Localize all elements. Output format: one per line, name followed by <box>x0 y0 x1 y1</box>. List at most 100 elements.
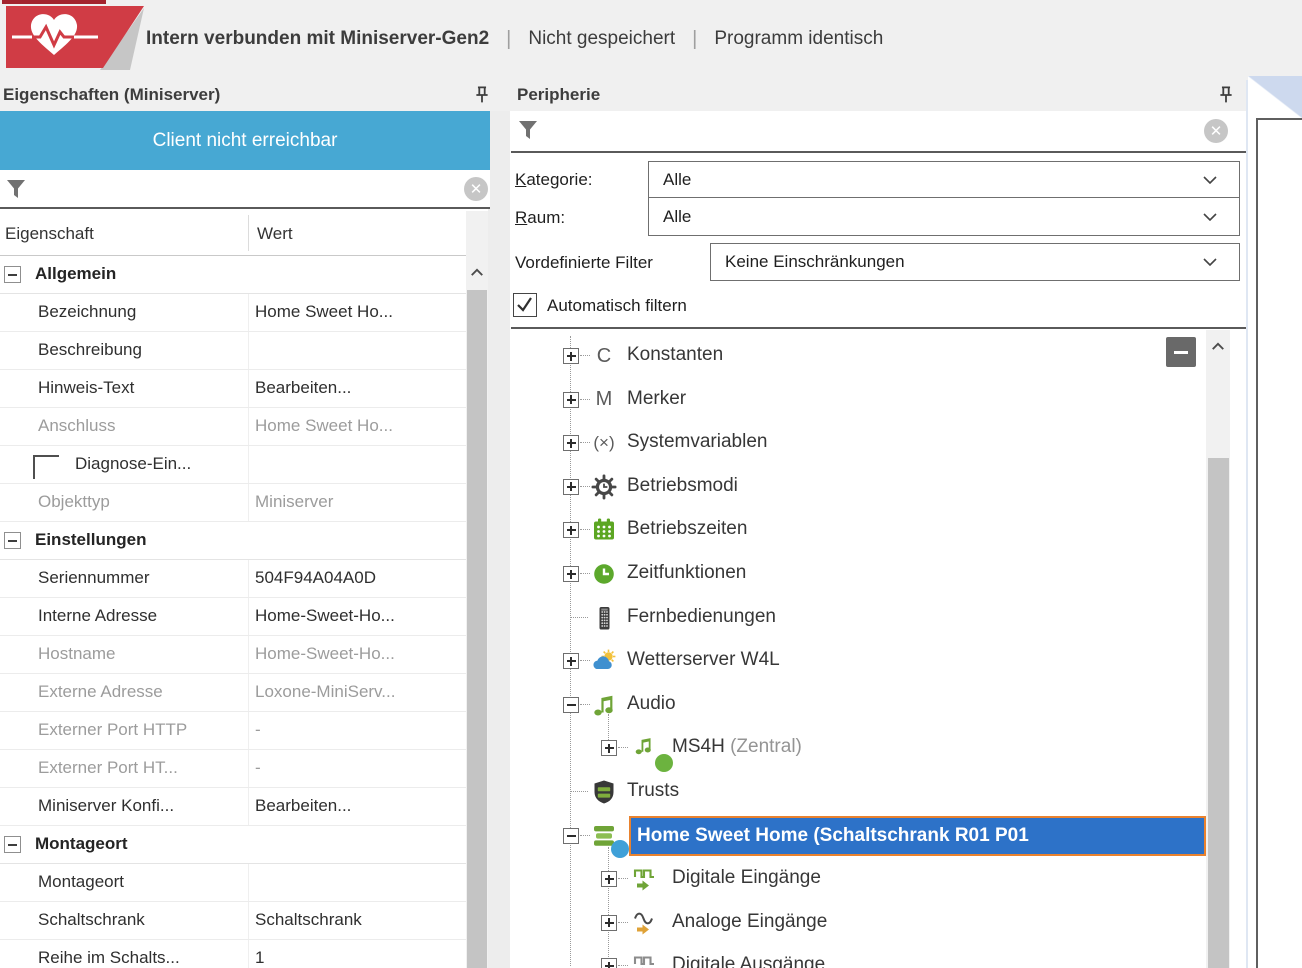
column-divider <box>248 598 249 635</box>
property-row[interactable]: Interne Adresse Home-Sweet-Ho... <box>0 598 466 636</box>
tree-item-systemvariablen[interactable]: (×) Systemvariablen <box>511 421 1206 465</box>
property-group-row[interactable]: Einstellungen <box>0 522 466 560</box>
property-row[interactable]: Miniserver Konfi... Bearbeiten... <box>0 788 466 826</box>
collapse-box-icon[interactable] <box>4 836 21 853</box>
property-row[interactable]: Externer Port HT... - <box>0 750 466 788</box>
scrollbar-thumb[interactable] <box>467 290 487 968</box>
tree-item-analoge-eing-nge[interactable]: Analoge Eingänge <box>511 901 1206 945</box>
tree-item-digitale-eing-nge[interactable]: Digitale Eingänge <box>511 857 1206 901</box>
property-row[interactable]: Hostname Home-Sweet-Ho... <box>0 636 466 674</box>
property-value[interactable]: Loxone-MiniServ... <box>255 682 462 702</box>
property-value[interactable]: - <box>255 720 462 740</box>
property-value[interactable]: 1 <box>255 948 462 968</box>
tree-item-label: Analoge Eingänge <box>672 910 828 932</box>
expand-plus-icon[interactable] <box>601 740 617 757</box>
property-value[interactable]: Home Sweet Ho... <box>255 416 462 436</box>
expand-plus-icon[interactable] <box>563 566 579 582</box>
tree-item-betriebsmodi[interactable]: Betriebsmodi <box>511 465 1206 509</box>
pin-icon[interactable] <box>1218 86 1234 104</box>
predefined-filter-value: Keine Einschränkungen <box>725 252 905 271</box>
collapse-all-button[interactable] <box>1166 337 1196 367</box>
properties-scrollbar[interactable] <box>466 211 488 968</box>
property-row[interactable]: Externer Port HTTP - <box>0 712 466 750</box>
property-value[interactable]: Schaltschrank <box>255 910 462 930</box>
tree-item-merker[interactable]: M Merker <box>511 378 1206 422</box>
property-group-row[interactable]: Allgemein <box>0 256 466 294</box>
expand-plus-icon[interactable] <box>601 871 617 888</box>
clear-filter-button[interactable]: ✕ <box>464 177 488 201</box>
property-group-row[interactable]: Montageort <box>0 826 466 864</box>
tree-item-zeitfunktionen[interactable]: Zeitfunktionen <box>511 552 1206 596</box>
expand-plus-icon[interactable] <box>601 958 617 968</box>
properties-filter-bar: ✕ <box>0 170 490 209</box>
tree-item-betriebszeiten[interactable]: Betriebszeiten <box>511 508 1206 552</box>
tree-item-fernbedienungen[interactable]: Fernbedienungen <box>511 596 1206 640</box>
property-value[interactable]: Home-Sweet-Ho... <box>255 644 462 664</box>
tree-scrollbar[interactable] <box>1206 330 1230 968</box>
property-value[interactable]: Bearbeiten... <box>255 796 462 816</box>
property-value[interactable]: Home-Sweet-Ho... <box>255 606 462 626</box>
property-name: Interne Adresse <box>38 606 158 625</box>
property-row[interactable]: Schaltschrank Schaltschrank <box>0 902 466 940</box>
property-row[interactable]: Bezeichnung Home Sweet Ho... <box>0 294 466 332</box>
panel-splitter[interactable] <box>1246 80 1248 968</box>
expand-plus-icon[interactable] <box>563 653 579 670</box>
group-label: Allgemein <box>35 264 117 283</box>
column-divider[interactable] <box>248 215 249 251</box>
property-name: Objekttyp <box>38 492 110 511</box>
tree-item-home-sweet-home-schaltschrank-r01-p01[interactable]: Home Sweet Home (Schaltschrank R01 P01 <box>511 814 1206 858</box>
scroll-up-arrow[interactable] <box>466 260 488 284</box>
scroll-up-arrow[interactable] <box>1207 334 1229 358</box>
tree-guide-line <box>580 660 590 662</box>
property-value[interactable]: Home Sweet Ho... <box>255 302 462 322</box>
tree-item-konstanten[interactable]: C Konstanten <box>511 334 1206 378</box>
expand-plus-icon[interactable] <box>563 391 579 408</box>
column-divider <box>248 712 249 749</box>
pin-icon[interactable] <box>474 86 490 104</box>
system-variables-icon: (×) <box>593 433 615 453</box>
expand-plus-icon[interactable] <box>563 478 579 495</box>
properties-filter-input[interactable] <box>34 174 450 203</box>
category-dropdown[interactable]: Alle <box>648 161 1240 198</box>
collapse-box-icon[interactable] <box>4 266 21 283</box>
tree-item-trusts[interactable]: Trusts <box>511 770 1206 814</box>
clear-filter-button[interactable]: ✕ <box>1204 119 1228 143</box>
expand-plus-icon[interactable] <box>563 348 579 364</box>
property-row[interactable]: Reihe im Schalts... 1 <box>0 940 466 968</box>
client-status-banner: Client nicht erreichbar <box>0 111 490 170</box>
tree-item-wetterserver-w4l[interactable]: Wetterserver W4L <box>511 639 1206 683</box>
peripherie-panel-title: Peripherie <box>517 85 601 104</box>
expand-plus-icon[interactable] <box>601 914 617 931</box>
peripherie-filter-input[interactable] <box>545 115 1206 147</box>
group-label: Montageort <box>35 834 128 853</box>
expand-plus-icon[interactable] <box>563 435 579 452</box>
collapse-minus-icon[interactable] <box>563 696 579 713</box>
property-row[interactable]: Diagnose-Ein... <box>0 446 466 484</box>
tree-item-label: Betriebszeiten <box>627 518 748 540</box>
property-value[interactable]: Miniserver <box>255 492 462 512</box>
tree-guide-line <box>580 703 590 705</box>
scrollbar-thumb[interactable] <box>1207 458 1229 968</box>
property-value[interactable]: - <box>255 758 462 778</box>
autofilter-checkbox[interactable] <box>513 293 537 317</box>
property-row[interactable]: Anschluss Home Sweet Ho... <box>0 408 466 446</box>
tree-item-audio[interactable]: Audio <box>511 683 1206 727</box>
room-dropdown[interactable]: Alle <box>648 197 1240 236</box>
collapse-minus-icon[interactable] <box>563 827 579 844</box>
expand-plus-icon[interactable] <box>563 522 579 539</box>
property-row[interactable]: Hinweis-Text Bearbeiten... <box>0 370 466 408</box>
tree-item-digitale-ausg-nge[interactable]: Digitale Ausgänge <box>511 944 1206 968</box>
property-row[interactable]: Externe Adresse Loxone-MiniServ... <box>0 674 466 712</box>
column-divider <box>248 940 249 968</box>
property-row[interactable]: Objekttyp Miniserver <box>0 484 466 522</box>
collapse-box-icon[interactable] <box>4 532 21 549</box>
property-row[interactable]: Beschreibung <box>0 332 466 370</box>
property-row[interactable]: Montageort <box>0 864 466 902</box>
column-divider <box>248 864 249 901</box>
property-value[interactable]: Bearbeiten... <box>255 378 462 398</box>
property-row[interactable]: Seriennummer 504F94A04A0D <box>0 560 466 598</box>
filter-funnel-icon <box>7 180 25 198</box>
predefined-filter-dropdown[interactable]: Keine Einschränkungen <box>710 243 1240 281</box>
tree-item-ms4h[interactable]: MS4H (Zentral) <box>511 726 1206 773</box>
property-value[interactable]: 504F94A04A0D <box>255 568 462 588</box>
